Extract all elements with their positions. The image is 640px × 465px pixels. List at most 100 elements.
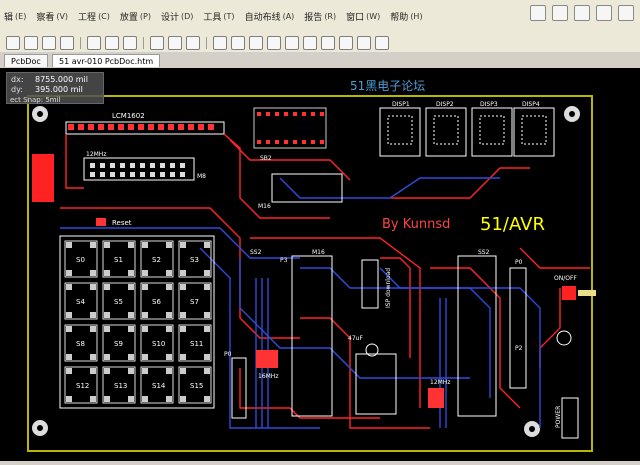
- p2-label: P2: [515, 345, 523, 352]
- led-array: [253, 107, 327, 149]
- chart-icon[interactable]: [530, 5, 546, 21]
- open-icon[interactable]: [24, 36, 38, 50]
- key-pad: [66, 270, 72, 276]
- m8-label: M8: [197, 173, 206, 180]
- arc-icon[interactable]: [303, 36, 317, 50]
- toolbar-separator: [143, 37, 144, 49]
- tab-htm[interactable]: 51 avr-010 PcbDoc.htm: [52, 54, 161, 67]
- onoff-switch: [562, 286, 576, 300]
- crystal3: [256, 350, 278, 368]
- key-label: S4: [76, 298, 85, 306]
- key-pad: [166, 368, 172, 374]
- key-pad: [142, 242, 148, 248]
- p3-label: P3: [280, 257, 288, 264]
- align-icon[interactable]: [552, 5, 568, 21]
- cap-label: 47uF: [348, 335, 363, 342]
- menu-tools[interactable]: 工具 (T): [203, 10, 234, 23]
- title-by: By Kunnsd: [382, 217, 450, 232]
- key-pad: [128, 326, 134, 332]
- key-pad: [180, 354, 186, 360]
- tab-pcbdoc[interactable]: PcbDoc: [4, 54, 48, 67]
- toolbar-separator: [80, 37, 81, 49]
- key-pad: [166, 270, 172, 276]
- key-pad: [66, 312, 72, 318]
- snap-status: ect Snap: 5mil: [10, 96, 61, 104]
- key-pad: [166, 326, 172, 332]
- bottom-traces: [60, 177, 541, 429]
- m16-chip: [291, 255, 333, 417]
- save-icon[interactable]: [42, 36, 56, 50]
- zoom-fit-icon[interactable]: [123, 36, 137, 50]
- dimension-icon[interactable]: [375, 36, 389, 50]
- pcb-canvas[interactable]: 51黑电子论坛 LCM1602 12MHz M8 Reset SB2 M16 D…: [0, 68, 640, 461]
- key-pad: [180, 242, 186, 248]
- crystal3-label: 16MHz: [258, 373, 278, 380]
- key-label: S6: [152, 298, 161, 306]
- menu-report[interactable]: 报告 (R): [304, 10, 336, 23]
- key-label: S3: [190, 256, 199, 264]
- pcb-workspace[interactable]: 51黑电子论坛 LCM1602 12MHz M8 Reset SB2 M16 D…: [0, 68, 640, 461]
- zoom-out-icon[interactable]: [105, 36, 119, 50]
- key-pad: [180, 326, 186, 332]
- p0-header: [509, 267, 527, 389]
- board-outline: [27, 95, 593, 452]
- led-power: [556, 330, 572, 346]
- key-pad: [204, 368, 210, 374]
- key-pad: [104, 396, 110, 402]
- menu-place[interactable]: 放置 (P): [120, 10, 151, 23]
- via-icon[interactable]: [285, 36, 299, 50]
- menu-view[interactable]: 察看 (V): [36, 10, 68, 23]
- key-label: S2: [152, 256, 161, 264]
- move-icon[interactable]: [231, 36, 245, 50]
- key-label: S12: [76, 382, 89, 390]
- reset-button: [96, 218, 106, 226]
- key-label: S13: [114, 382, 127, 390]
- key-pad: [90, 270, 96, 276]
- key-pad: [128, 242, 134, 248]
- paste-icon[interactable]: [186, 36, 200, 50]
- crystal2: [428, 388, 444, 408]
- key-pad: [166, 312, 172, 318]
- key-pad: [66, 368, 72, 374]
- key-pad: [180, 312, 186, 318]
- pad-icon[interactable]: [267, 36, 281, 50]
- select-icon[interactable]: [213, 36, 227, 50]
- key-pad: [90, 326, 96, 332]
- onoff-label: ON/OFF: [554, 275, 577, 282]
- ss2-right-label: SS2: [478, 249, 490, 256]
- fill-icon[interactable]: [321, 36, 335, 50]
- toolbar-separator: [206, 37, 207, 49]
- ss2-label: SS2: [250, 249, 262, 256]
- menu-autoroute[interactable]: 自动布线 (A): [245, 10, 295, 23]
- cut-icon[interactable]: [150, 36, 164, 50]
- lcd-pins: [68, 124, 214, 130]
- key-label: S9: [114, 340, 123, 348]
- key-pad: [204, 326, 210, 332]
- layer-icon[interactable]: [618, 5, 634, 21]
- key-pad: [180, 396, 186, 402]
- key-pad: [104, 270, 110, 276]
- key-label: S8: [76, 340, 85, 348]
- key-label: S15: [190, 382, 203, 390]
- menu-help[interactable]: 帮助 (H): [390, 10, 422, 23]
- menu-edit[interactable]: 辑 (E): [4, 10, 26, 23]
- grid-icon[interactable]: [596, 5, 612, 21]
- menu-design[interactable]: 设计 (D): [161, 10, 193, 23]
- menu-project[interactable]: 工程 (C): [78, 10, 110, 23]
- print-icon[interactable]: [60, 36, 74, 50]
- key-label: S5: [114, 298, 123, 306]
- text-icon[interactable]: [357, 36, 371, 50]
- key-pad: [204, 242, 210, 248]
- menu-window[interactable]: 窗口 (W): [346, 10, 380, 23]
- copy-icon[interactable]: [168, 36, 182, 50]
- toolbar-right: [530, 5, 634, 21]
- key-pad: [180, 270, 186, 276]
- polygon-icon[interactable]: [339, 36, 353, 50]
- new-icon[interactable]: [6, 36, 20, 50]
- key-pad: [204, 312, 210, 318]
- route-icon[interactable]: [249, 36, 263, 50]
- distribute-icon[interactable]: [574, 5, 590, 21]
- key-pad: [90, 284, 96, 290]
- zoom-in-icon[interactable]: [87, 36, 101, 50]
- key-pad: [104, 368, 110, 374]
